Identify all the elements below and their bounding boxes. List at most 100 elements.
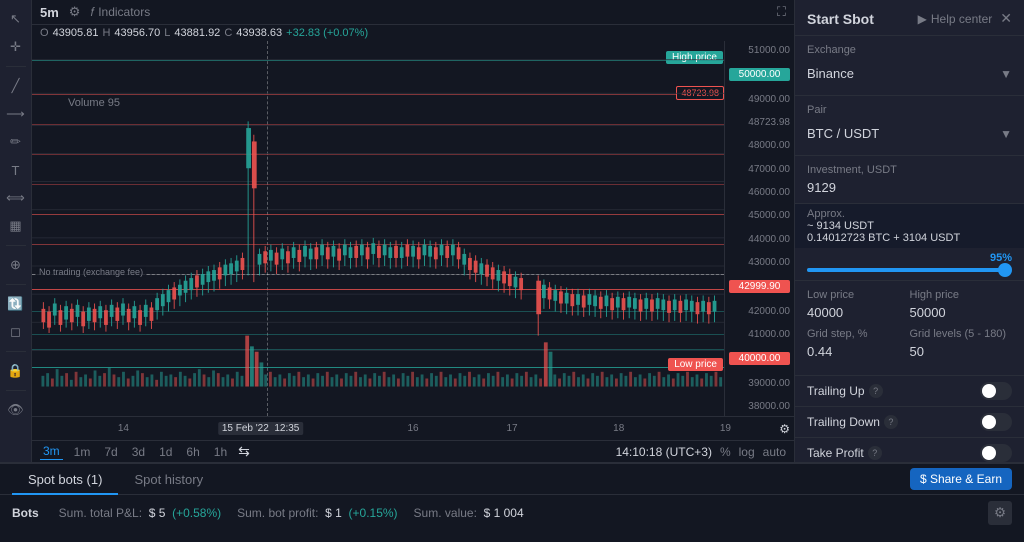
- tf-1m[interactable]: 1m: [71, 444, 94, 460]
- pair-value: BTC / USDT: [807, 126, 879, 141]
- time-scale: 14 15 Feb '22 12:35 16 17 18 19 ⚙: [32, 416, 794, 440]
- take-profit-row: Take Profit ?: [795, 438, 1024, 462]
- trailing-down-row: Trailing Down ?: [795, 407, 1024, 438]
- price-48000: 48000.00: [729, 140, 790, 151]
- ohlc-o-label: O: [40, 27, 49, 39]
- candlestick-svg: [32, 41, 724, 416]
- investment-label: Investment, USDT: [807, 164, 1012, 176]
- price-40000-low: 40000.00: [729, 352, 790, 365]
- pair-label: Pair: [807, 104, 1012, 116]
- time-scale-settings[interactable]: ⚙: [779, 422, 790, 436]
- pattern-tool[interactable]: ▦: [5, 215, 27, 237]
- volume-label: Volume 95: [68, 97, 120, 109]
- crosshair-tool[interactable]: ✛: [5, 36, 27, 58]
- price-scale: 51000.00 50000.00 49000.00 48723.98 4800…: [724, 41, 794, 416]
- price-47000: 47000.00: [729, 164, 790, 175]
- tab-spot-bots[interactable]: Spot bots (1): [12, 464, 118, 495]
- approx-detail: 0.14012723 BTC + 3104 USDT: [807, 232, 1012, 244]
- tf-3d[interactable]: 3d: [129, 444, 148, 460]
- chart-bottom-bar: 3m 1m 7d 3d 1d 6h 1h ⇆ 14:10:18 (UTC+3) …: [32, 440, 794, 462]
- price-range-section: Low price 40000 High price 50000 Grid st…: [795, 281, 1024, 376]
- time-19: 19: [720, 423, 731, 434]
- take-profit-help[interactable]: ?: [868, 446, 882, 460]
- tf-1d[interactable]: 1d: [156, 444, 175, 460]
- investment-value: 9129: [807, 180, 1012, 195]
- ray-tool[interactable]: ⟶: [5, 103, 27, 125]
- pair-section: Pair BTC / USDT ▼: [795, 96, 1024, 156]
- magnet-tool[interactable]: 🔃: [5, 293, 27, 315]
- take-profit-knob: [982, 446, 996, 460]
- bottom-content: Bots Sum. total P&L: $ 5 (+0.58%) Sum. b…: [0, 495, 1024, 531]
- sum-pnl: Sum. total P&L: $ 5 (+0.58%): [59, 506, 221, 520]
- time-16: 16: [407, 423, 418, 434]
- tf-3m[interactable]: 3m: [40, 443, 63, 460]
- slider-container: 95%: [795, 248, 1024, 281]
- pct-btn[interactable]: %: [720, 445, 731, 459]
- fullscreen-icon[interactable]: ⛶: [777, 4, 786, 20]
- high-price-label: High price: [910, 289, 1013, 301]
- exchange-chevron-icon: ▼: [1000, 67, 1012, 81]
- tf-6h[interactable]: 6h: [183, 444, 202, 460]
- grid-step-value: 0.44: [807, 344, 910, 359]
- trailing-up-label: Trailing Up ?: [807, 384, 883, 398]
- exchange-value: Binance: [807, 66, 854, 81]
- exchange-label: Exchange: [807, 44, 1012, 56]
- filter-button[interactable]: ⚙: [988, 501, 1012, 525]
- time-17: 17: [506, 423, 517, 434]
- chart-timeframe[interactable]: 5m: [40, 5, 59, 20]
- ohlc-h-label: H: [102, 27, 110, 39]
- eraser-tool[interactable]: ◻: [5, 321, 27, 343]
- right-panel: Start Sbot ▶ Help center ✕ Exchange Bina…: [794, 0, 1024, 462]
- share-earn-button[interactable]: $ Share & Earn: [910, 468, 1012, 490]
- pair-dropdown[interactable]: BTC / USDT ▼: [807, 120, 1012, 147]
- panel-close-btn[interactable]: ✕: [1000, 10, 1012, 27]
- take-profit-toggle[interactable]: [980, 444, 1012, 462]
- trailing-down-toggle[interactable]: [980, 413, 1012, 431]
- help-center-btn[interactable]: ▶ Help center: [918, 12, 993, 26]
- ohlc-change: +32.83 (+0.07%): [286, 27, 368, 39]
- grid-levels-col: Grid levels (5 - 180) 50: [910, 328, 1013, 359]
- trailing-up-help[interactable]: ?: [869, 384, 883, 398]
- chart-settings-icon[interactable]: ⚙: [69, 4, 81, 20]
- measure-tool[interactable]: ⊕: [5, 254, 27, 276]
- cursor-tool[interactable]: ↖: [5, 8, 27, 30]
- trendline-tool[interactable]: ╱: [5, 75, 27, 97]
- slider-track[interactable]: [807, 268, 1012, 272]
- time-15-active: 15 Feb '22 12:35: [218, 422, 304, 435]
- tf-compare-icon[interactable]: ⇆: [238, 443, 250, 460]
- trailing-down-help[interactable]: ?: [884, 415, 898, 429]
- log-btn[interactable]: log: [739, 445, 755, 459]
- ohlc-l-label: L: [164, 27, 170, 39]
- ohlc-h-val: 43956.70: [114, 27, 160, 39]
- low-price-value: 40000: [807, 305, 910, 320]
- ohlc-l-val: 43881.92: [174, 27, 220, 39]
- pair-chevron-icon: ▼: [1000, 127, 1012, 141]
- tf-1h[interactable]: 1h: [211, 444, 230, 460]
- price-42000: 42000.00: [729, 306, 790, 317]
- slider-thumb[interactable]: [998, 263, 1012, 277]
- fibonacci-tool[interactable]: ⟺: [5, 187, 27, 209]
- indicators-btn[interactable]: 𝑓 Indicators: [90, 5, 150, 20]
- lock-tool[interactable]: 🔒: [5, 360, 27, 382]
- trailing-down-label: Trailing Down ?: [807, 415, 898, 429]
- exchange-dropdown[interactable]: Binance ▼: [807, 60, 1012, 87]
- pen-tool[interactable]: ✏: [5, 131, 27, 153]
- slider-pct-label: 95%: [990, 252, 1012, 264]
- trailing-up-knob: [982, 384, 996, 398]
- take-profit-label: Take Profit ?: [807, 446, 882, 460]
- text-tool[interactable]: T: [5, 159, 27, 181]
- eye-tool[interactable]: 👁: [5, 399, 27, 421]
- chart-canvas[interactable]: Volume 95 No trading (exchange fee): [32, 41, 794, 416]
- trailing-up-toggle[interactable]: [980, 382, 1012, 400]
- chart-top-bar: 5m ⚙ 𝑓 Indicators ⛶: [32, 0, 794, 25]
- tab-spot-history[interactable]: Spot history: [118, 464, 219, 495]
- price-44000: 44000.00: [729, 234, 790, 245]
- share-earn-container: $ Share & Earn: [910, 468, 1012, 490]
- auto-btn[interactable]: auto: [763, 445, 786, 459]
- tf-7d[interactable]: 7d: [101, 444, 120, 460]
- approx-row: Approx. ~ 9134 USDT 0.14012723 BTC + 310…: [795, 204, 1024, 248]
- ohlc-c-label: C: [224, 27, 232, 39]
- left-toolbar: ↖ ✛ ╱ ⟶ ✏ T ⟺ ▦ ⊕ 🔃 ◻ 🔒 👁: [0, 0, 32, 462]
- approx-val: ~ 9134 USDT: [807, 220, 1012, 232]
- trailing-down-knob: [982, 415, 996, 429]
